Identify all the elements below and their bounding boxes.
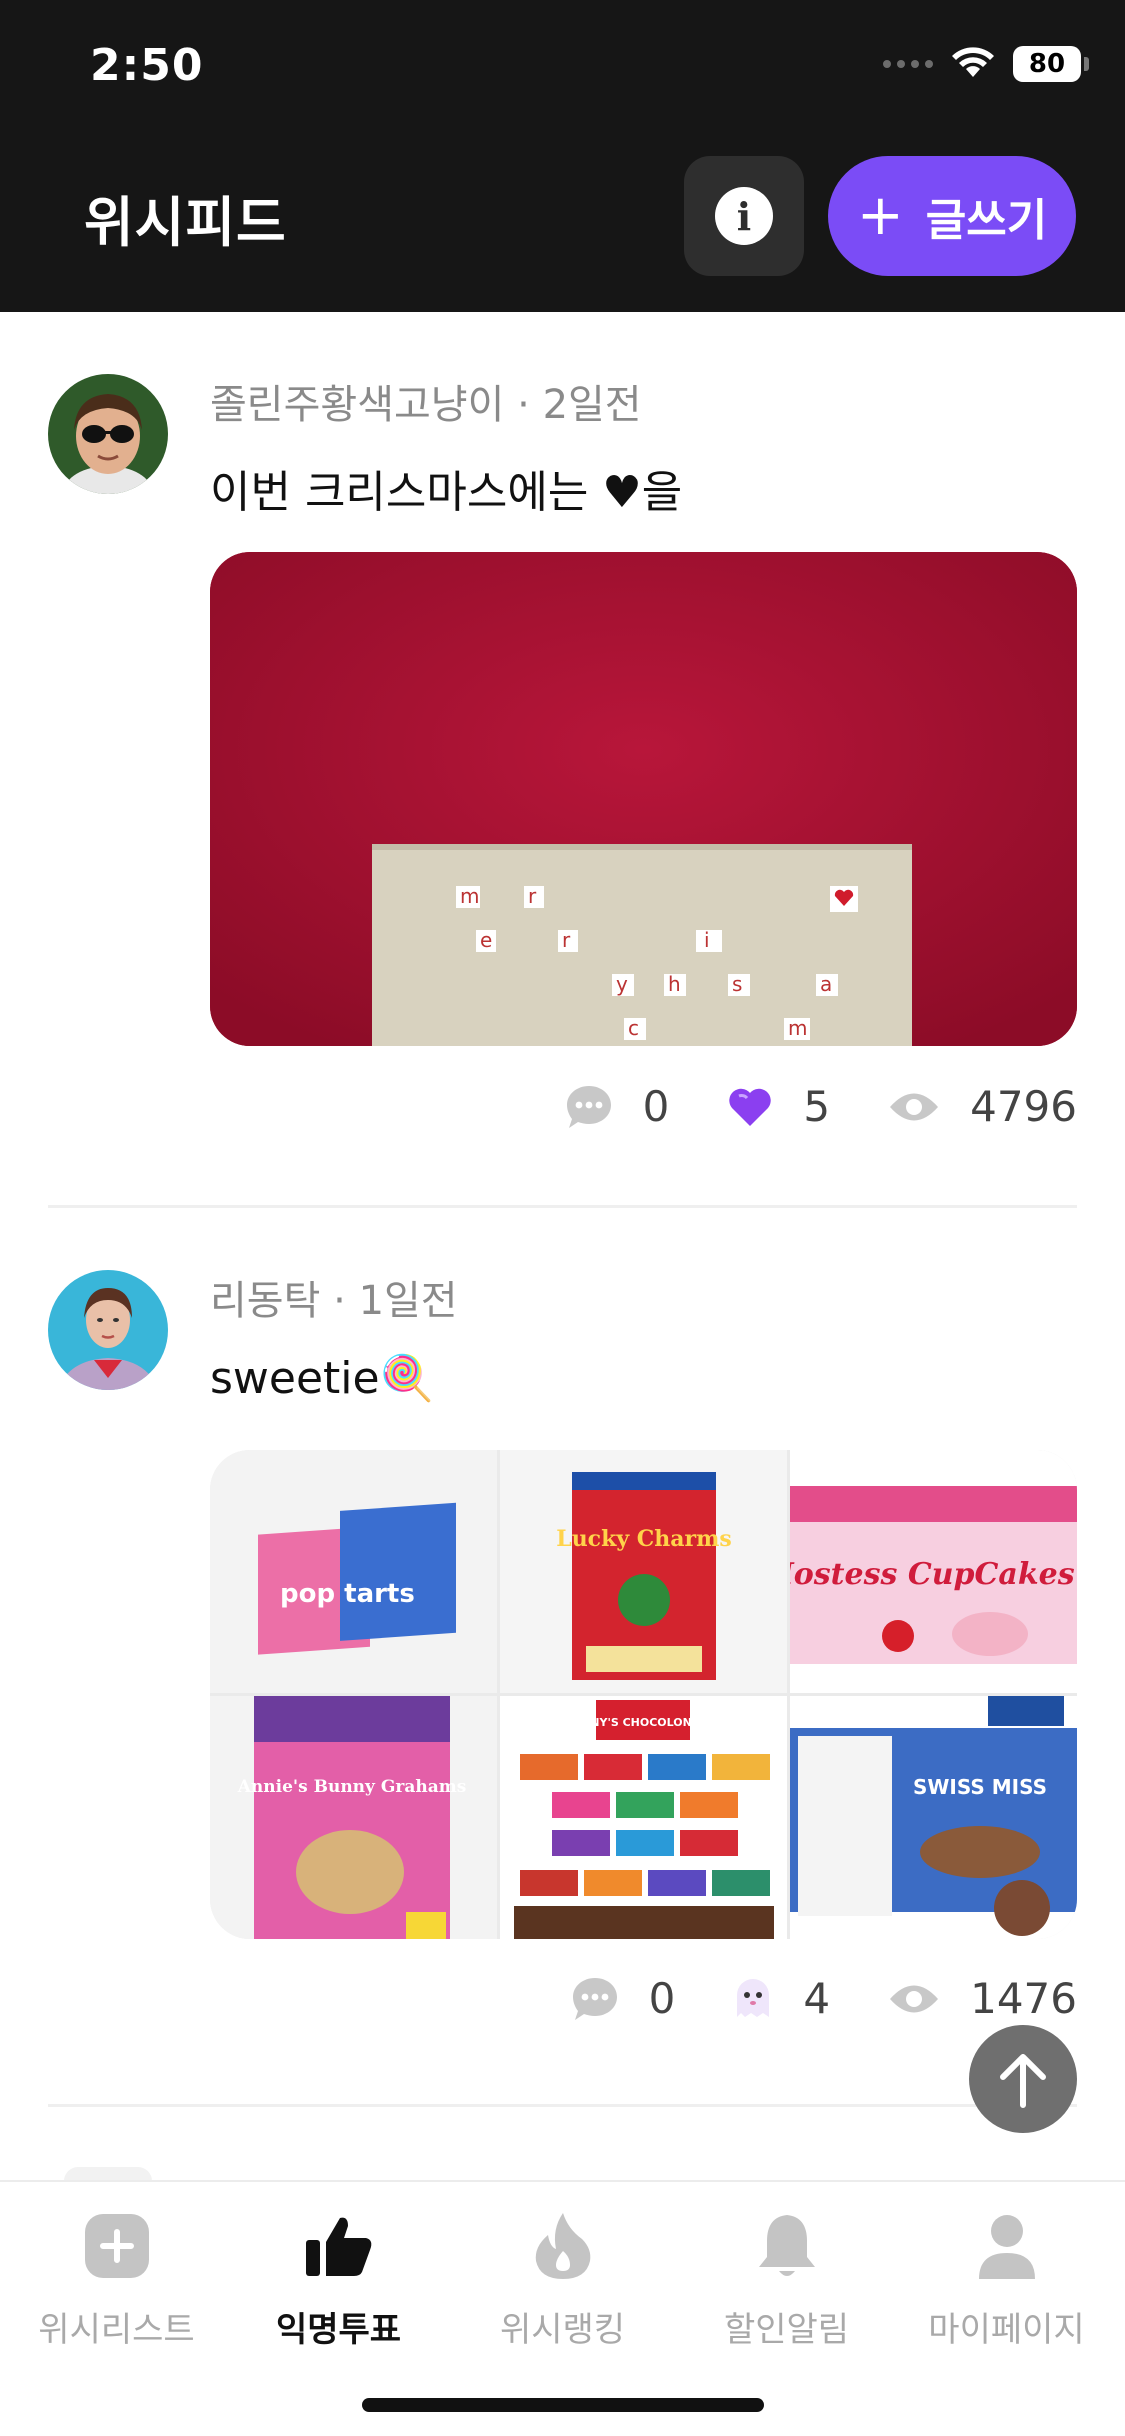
author-name[interactable]: 졸린주황색고냥이 [210,382,504,428]
svg-text:pop tarts: pop tarts [280,1579,415,1609]
post-time: 1일전 [358,1278,458,1324]
author-name[interactable]: 리동탁 [210,1278,320,1324]
card-letter: i [704,928,710,952]
like-stat[interactable]: 4 [733,1974,830,2023]
post-image[interactable]: m r e r i y h s a c m [210,552,1077,1046]
arrow-up-icon [1000,2054,1046,2108]
ghost-icon [737,1978,770,2017]
post-divider [48,2104,1077,2107]
comment-count: 0 [642,1082,670,1131]
thumbs-up-icon [305,2217,371,2276]
comment-icon [572,1977,617,2020]
signal-icon [883,60,933,68]
card-letter: y [616,972,628,996]
view-count: 4796 [970,1082,1077,1131]
avatar-woman-image [48,1270,168,1390]
svg-text:TONY'S CHOCOLONELY: TONY'S CHOCOLONELY [573,1716,713,1729]
bell-icon [758,2215,815,2276]
product-image-swiss-miss[interactable]: SWISS MISS [790,1696,1077,1939]
comment-icon [566,1085,611,1128]
plus-icon: + [856,183,904,248]
app-header: 2:50 80 위시피드 i + 글쓰기 [0,0,1125,312]
feed-post[interactable]: 졸린주황색고냥이 · 2일전 이번 크리스마스에는 ♥을 m r e r i y… [0,312,1125,1208]
post-stats: 0 5 4796 [507,1082,1077,1131]
tab-wish-ranking[interactable]: 위시랭킹 [450,2206,675,2351]
tab-my-page[interactable]: 마이페이지 [894,2206,1119,2351]
tab-discount-alerts[interactable]: 할인알림 [674,2206,899,2351]
tab-wishlist[interactable]: 위시리스트 [4,2206,229,2351]
post-time: 2일전 [542,382,642,428]
battery-indicator: 80 [1013,46,1089,82]
card-letter: m [788,1016,807,1040]
comment-count: 0 [648,1974,676,2023]
user-icon [978,2215,1035,2279]
eye-icon [890,1093,939,1120]
purple-heart-icon [729,1088,772,1126]
tab-label: 마이페이지 [928,2310,1085,2350]
like-stat[interactable]: 5 [727,1082,830,1131]
card-letter: r [562,928,571,952]
status-indicators: 80 [883,46,1089,82]
card-letter: h [668,972,681,996]
write-label: 글쓰기 [925,195,1048,246]
flame-icon [535,2213,590,2279]
svg-text:Lucky Charms: Lucky Charms [556,1526,732,1552]
plus-square-icon [84,2214,149,2278]
tab-anonymous-vote[interactable]: 익명투표 [226,2206,451,2351]
product-image-annies[interactable]: Annie's Bunny Grahams [210,1696,497,1939]
svg-text:SWISS MISS: SWISS MISS [913,1775,1047,1799]
eye-icon [890,1985,939,2012]
avatar-sunglasses-image [48,374,168,494]
post-stats: 0 4 1476 [513,1974,1077,2023]
like-count: 4 [803,1974,831,2023]
card-letter: s [732,972,742,996]
post-meta: 리동탁 · 1일전 [210,1278,458,1324]
card-letter: c [628,1016,639,1040]
product-image-cupcakes[interactable]: Hostess CupCakes [790,1450,1077,1693]
card-letter: a [820,972,832,996]
post-text: 이번 크리스마스에는 ♥을 [210,467,683,518]
wifi-icon [952,47,994,77]
avatar[interactable] [48,374,168,494]
tab-label: 위시랭킹 [499,2310,626,2350]
status-time: 2:50 [90,40,204,91]
tab-label: 위시리스트 [38,2310,195,2350]
svg-text:Hostess CupCakes: Hostess CupCakes [790,1557,1075,1592]
home-indicator[interactable] [362,2398,764,2412]
product-image-tonys[interactable]: TONY'S CHOCOLONELY [500,1696,787,1939]
write-post-button[interactable]: + 글쓰기 [828,156,1076,276]
post-meta: 졸린주황색고냥이 · 2일전 [210,382,642,428]
next-post-avatar-peek [64,2167,152,2181]
info-icon: i [715,187,773,245]
tab-label: 익명투표 [275,2310,402,2350]
product-image-poptarts[interactable]: pop tarts [210,1450,497,1693]
card-letter: m [460,884,479,908]
card-letter: e [480,928,492,952]
scroll-to-top-button[interactable] [969,2025,1077,2133]
card-letter: r [528,884,537,908]
feed-post[interactable]: 리동탁 · 1일전 sweetie🍭 pop tarts Lucky Charm… [0,1208,1125,2108]
comment-stat[interactable]: 0 [565,1082,670,1131]
product-image-lucky-charms[interactable]: Lucky Charms [500,1450,787,1693]
view-stat: 4796 [888,1082,1077,1131]
post-text: sweetie🍭 [210,1353,435,1404]
comment-stat[interactable]: 0 [571,1974,676,2023]
feed: 졸린주황색고냥이 · 2일전 이번 크리스마스에는 ♥을 m r e r i y… [0,312,1125,2181]
tab-label: 할인알림 [723,2310,850,2350]
post-image-collage[interactable]: pop tarts Lucky Charms Hostess CupCakes … [210,1450,1077,1939]
christmas-card-photo: m r e r i y h s a c m [210,552,1077,1046]
view-count: 1476 [970,1974,1077,2023]
avatar[interactable] [48,1270,168,1390]
page-title: 위시피드 [84,191,287,254]
svg-text:Annie's Bunny Grahams: Annie's Bunny Grahams [237,1777,467,1797]
info-button[interactable]: i [684,156,804,276]
view-stat: 1476 [888,1974,1077,2023]
like-count: 5 [803,1082,831,1131]
